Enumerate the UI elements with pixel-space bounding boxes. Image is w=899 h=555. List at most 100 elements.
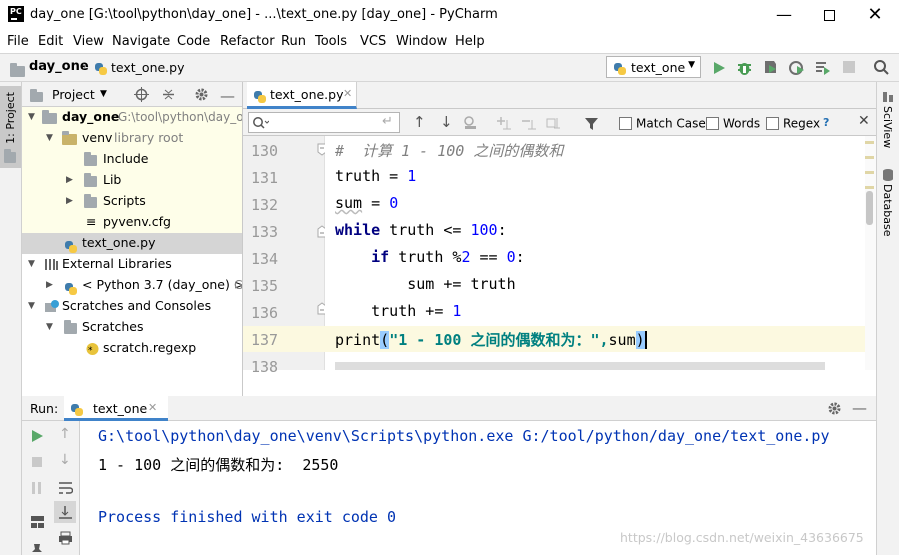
- match-case-checkbox[interactable]: Match Case: [619, 115, 706, 131]
- arrow-up-icon[interactable]: ↑: [413, 113, 426, 131]
- search-everywhere-icon[interactable]: [873, 59, 890, 76]
- menu-help[interactable]: Help: [455, 34, 485, 49]
- rerun-icon[interactable]: [30, 429, 44, 443]
- editor-tab-bar: text_one.py ✕: [243, 82, 876, 109]
- words-checkbox[interactable]: Words: [706, 115, 760, 131]
- breadcrumb-project[interactable]: day_one: [29, 59, 89, 74]
- run-toolbar: ↑ ↓: [22, 421, 80, 555]
- horizontal-scrollbar[interactable]: [335, 362, 825, 370]
- run-tab-text-one[interactable]: text_one ✕: [64, 396, 168, 421]
- collapse-all-icon[interactable]: [161, 87, 176, 102]
- editor-scrollbar[interactable]: [865, 136, 876, 370]
- project-panel-title[interactable]: Project: [52, 87, 95, 102]
- tree-item-lib[interactable]: ▶ Lib: [22, 170, 242, 191]
- find-all-icon[interactable]: [463, 115, 478, 130]
- tree-path-hint: G:\tool\python\day_one\venv\Scripts\pyth…: [234, 278, 243, 292]
- chevron-down-icon[interactable]: ▼: [100, 89, 107, 99]
- run-configuration-dropdown[interactable]: text_one ▼: [606, 56, 701, 78]
- close-find-icon[interactable]: ✕: [858, 113, 870, 129]
- hide-panel-icon[interactable]: —: [220, 87, 235, 105]
- find-input[interactable]: ↵: [248, 112, 400, 133]
- scratches-icon: [45, 300, 59, 312]
- chevron-down-icon[interactable]: ▼: [28, 254, 35, 274]
- chevron-right-icon[interactable]: ▶: [66, 170, 73, 190]
- tree-item-text-one-py[interactable]: text_one.py: [22, 233, 242, 254]
- menu-vcs[interactable]: VCS: [360, 34, 386, 49]
- editor-tab-text-one[interactable]: text_one.py ✕: [247, 82, 357, 109]
- database-tab[interactable]: Database: [881, 184, 894, 237]
- new-line-icon[interactable]: ↵: [382, 114, 393, 129]
- gear-icon[interactable]: [827, 401, 842, 416]
- soft-wrap-icon[interactable]: [58, 481, 73, 495]
- menu-refactor[interactable]: Refactor: [220, 34, 275, 49]
- code-editor[interactable]: # 计算 1 - 100 之间的偶数和 truth = 1 sum = 0 wh…: [325, 136, 865, 370]
- gear-icon[interactable]: [194, 87, 209, 102]
- sciview-icon[interactable]: [882, 91, 894, 103]
- chevron-right-icon[interactable]: ▶: [66, 191, 73, 211]
- maximize-icon[interactable]: [806, 0, 852, 31]
- tree-item-python-sdk[interactable]: ▶ < Python 3.7 (day_one) > G:\tool\pytho…: [22, 275, 243, 296]
- print-icon[interactable]: [58, 531, 73, 545]
- remove-occurrence-icon[interactable]: [522, 116, 537, 130]
- tree-item-scratch-regexp[interactable]: * scratch.regexp: [22, 338, 242, 359]
- restore-layout-icon[interactable]: [30, 515, 45, 529]
- add-occurrence-icon[interactable]: [497, 116, 512, 130]
- menu-edit[interactable]: Edit: [38, 34, 63, 49]
- scroll-to-end-icon[interactable]: [58, 505, 73, 520]
- hide-panel-icon[interactable]: —: [852, 399, 867, 417]
- pin-icon[interactable]: [30, 543, 44, 555]
- concurrency-diagram-icon[interactable]: [814, 59, 831, 76]
- chevron-down-icon[interactable]: ▼: [28, 296, 35, 316]
- chevron-right-icon[interactable]: ▶: [46, 275, 53, 295]
- tree-item-scratches-consoles[interactable]: ▼ Scratches and Consoles: [22, 296, 242, 317]
- line-number: 138: [251, 358, 279, 376]
- menu-bar: File Edit View Navigate Code Refactor Ru…: [0, 31, 899, 53]
- tree-item-pyvenv-cfg[interactable]: ≡ pyvenv.cfg: [22, 212, 242, 233]
- search-icon[interactable]: [252, 116, 269, 130]
- menu-view[interactable]: View: [73, 34, 104, 49]
- breadcrumb-file[interactable]: text_one.py: [111, 60, 185, 75]
- tree-item-venv[interactable]: ▼ venv library root: [22, 128, 242, 149]
- debug-icon[interactable]: [736, 59, 753, 76]
- locate-file-icon[interactable]: [134, 87, 149, 102]
- regex-help-link[interactable]: ?: [823, 116, 829, 129]
- code-line-137: print("1 - 100 之间的偶数和为：",sum): [335, 331, 647, 349]
- run-icon[interactable]: [711, 60, 727, 76]
- close-icon[interactable]: ✕: [852, 0, 898, 31]
- tree-item-include[interactable]: Include: [22, 149, 242, 170]
- database-icon[interactable]: [882, 168, 894, 182]
- select-all-occurrences-icon[interactable]: [546, 116, 561, 130]
- menu-code[interactable]: Code: [177, 34, 210, 49]
- arrow-down-icon[interactable]: ↓: [440, 113, 453, 131]
- folder-icon: [62, 129, 77, 149]
- regex-checkbox[interactable]: Regex: [766, 115, 820, 131]
- stop-icon[interactable]: [842, 60, 856, 74]
- run-with-coverage-icon[interactable]: [762, 59, 779, 76]
- tree-label: pyvenv.cfg: [103, 214, 171, 229]
- arrow-down-icon[interactable]: ↓: [59, 452, 71, 468]
- tree-item-scripts[interactable]: ▶ Scripts: [22, 191, 242, 212]
- pause-icon[interactable]: [30, 481, 44, 495]
- arrow-up-icon[interactable]: ↑: [59, 426, 71, 442]
- scroll-mark: [865, 171, 874, 174]
- close-tab-icon[interactable]: ✕: [148, 401, 157, 414]
- chevron-down-icon[interactable]: ▼: [46, 128, 53, 148]
- sciview-tab[interactable]: SciView: [881, 106, 894, 148]
- chevron-down-icon[interactable]: ▼: [28, 107, 35, 127]
- stop-icon[interactable]: [30, 455, 44, 469]
- profile-icon[interactable]: [788, 59, 805, 76]
- menu-window[interactable]: Window: [396, 34, 447, 49]
- scroll-thumb[interactable]: [866, 191, 873, 225]
- tree-item-day-one[interactable]: ▼ day_one G:\tool\python\day_o: [22, 107, 242, 128]
- tree-item-external-libraries[interactable]: ▼ External Libraries: [22, 254, 242, 275]
- filter-icon[interactable]: [584, 116, 599, 131]
- scroll-mark: [865, 156, 874, 159]
- menu-file[interactable]: File: [7, 34, 29, 49]
- minimize-icon[interactable]: —: [761, 0, 807, 31]
- tree-item-scratches[interactable]: ▼ Scratches: [22, 317, 242, 338]
- chevron-down-icon[interactable]: ▼: [46, 317, 53, 337]
- menu-tools[interactable]: Tools: [315, 34, 347, 49]
- close-tab-icon[interactable]: ✕: [343, 87, 352, 100]
- menu-run[interactable]: Run: [281, 34, 306, 49]
- menu-navigate[interactable]: Navigate: [112, 34, 170, 49]
